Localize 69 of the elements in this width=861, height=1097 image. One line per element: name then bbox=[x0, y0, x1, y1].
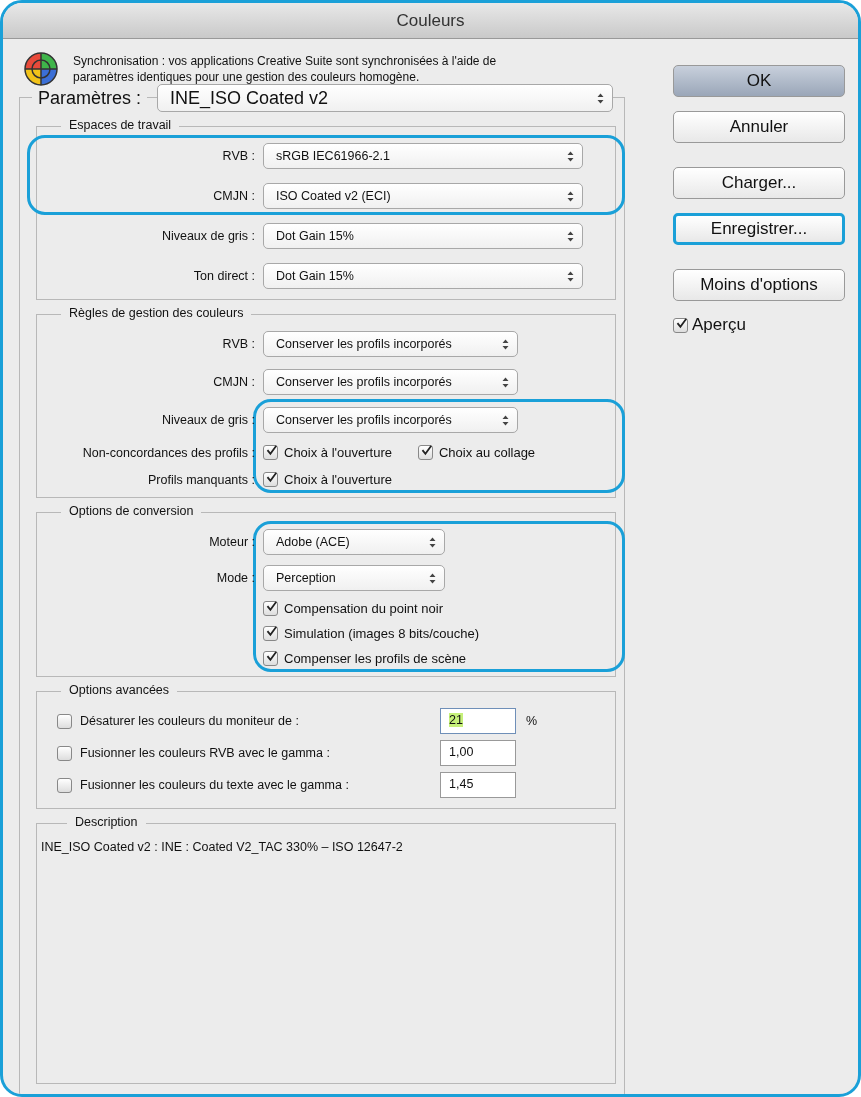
checkmark-icon bbox=[266, 470, 277, 485]
field-label: RVB : bbox=[221, 149, 256, 163]
dropdown[interactable]: ISO Coated v2 (ECI) bbox=[263, 183, 583, 209]
stepper-icon bbox=[567, 230, 574, 242]
field-label: CMJN : bbox=[212, 375, 256, 389]
dropdown[interactable]: INE_ISO Coated v2 bbox=[157, 84, 614, 112]
field-label: Mode : bbox=[215, 571, 256, 585]
checkmark-icon bbox=[266, 443, 277, 458]
checkbox[interactable]: Choix à l'ouverture bbox=[263, 472, 392, 487]
sync-message: Synchronisation : vos applications Creative Suite sont synchronisées à l'aide de paramètres identiques pour une gestion des couleurs homogène. bbox=[73, 53, 498, 85]
number-field[interactable]: 21 bbox=[440, 708, 516, 734]
dropdown[interactable]: Perception bbox=[263, 565, 445, 591]
field-label: Niveaux de gris : bbox=[160, 413, 256, 427]
checkmark-icon bbox=[676, 315, 687, 331]
window-title: Couleurs bbox=[396, 10, 465, 31]
checkbox[interactable]: Choix au collage bbox=[418, 445, 536, 460]
dropdown[interactable]: sRGB IEC61966-2.1 bbox=[263, 143, 583, 169]
dialog-button[interactable]: OK bbox=[673, 65, 845, 97]
checkbox[interactable]: Compensation du point noir bbox=[263, 601, 443, 616]
dialog-button[interactable]: Enregistrer... bbox=[673, 213, 845, 245]
field-label: Niveaux de gris : bbox=[160, 229, 256, 243]
checkbox[interactable] bbox=[57, 777, 72, 793]
checkmark-icon bbox=[266, 649, 277, 664]
checkbox[interactable] bbox=[57, 745, 72, 761]
checkbox[interactable] bbox=[57, 713, 72, 729]
group-title: Règles de gestion des couleurs bbox=[61, 306, 252, 320]
dropdown[interactable]: Adobe (ACE) bbox=[263, 529, 445, 555]
field-label: CMJN : bbox=[212, 189, 256, 203]
preview-checkbox[interactable]: Aperçu bbox=[673, 315, 849, 335]
dialog-button[interactable]: Annuler bbox=[673, 111, 845, 143]
checkbox[interactable]: Choix à l'ouverture bbox=[263, 445, 392, 460]
stepper-icon bbox=[502, 338, 509, 350]
field-label: RVB : bbox=[221, 337, 256, 351]
stepper-icon bbox=[502, 414, 509, 426]
dropdown[interactable]: Dot Gain 15% bbox=[263, 223, 583, 249]
stepper-icon bbox=[567, 150, 574, 162]
checkmark-icon bbox=[421, 443, 432, 458]
option-label: Désaturer les couleurs du moniteur de : bbox=[80, 714, 300, 728]
number-field[interactable]: 1,45 bbox=[440, 772, 516, 798]
stepper-icon bbox=[429, 536, 436, 548]
option-label: Fusionner les couleurs RVB avec le gamma : bbox=[80, 746, 331, 760]
number-field[interactable]: 1,00 bbox=[440, 740, 516, 766]
checkbox[interactable]: Compenser les profils de scène bbox=[263, 651, 467, 666]
checkmark-icon bbox=[266, 599, 277, 614]
dropdown[interactable]: Conserver les profils incorporés bbox=[263, 331, 518, 357]
unit-label: % bbox=[526, 714, 538, 728]
stepper-icon bbox=[429, 572, 436, 584]
stepper-icon bbox=[567, 270, 574, 282]
checkbox[interactable]: Simulation (images 8 bits/couche) bbox=[263, 626, 480, 641]
field-label: Ton direct : bbox=[192, 269, 256, 283]
group-title: Options de conversion bbox=[61, 504, 202, 518]
dialog-button[interactable]: Charger... bbox=[673, 167, 845, 199]
group-title: Options avancées bbox=[61, 683, 178, 697]
dialog-button[interactable]: Moins d'options bbox=[673, 269, 845, 301]
field-label: Non-concordances des profils : bbox=[81, 445, 256, 460]
option-label: Fusionner les couleurs du texte avec le gamma : bbox=[80, 778, 350, 792]
stepper-icon bbox=[567, 190, 574, 202]
description-text: INE_ISO Coated v2 : INE : Coated V2_TAC 330% – ISO 12647-2 bbox=[41, 840, 404, 854]
checkmark-icon bbox=[266, 624, 277, 639]
group-title: Espaces de travail bbox=[61, 118, 180, 132]
field-label: Profils manquants : bbox=[147, 472, 256, 487]
stepper-icon bbox=[597, 92, 605, 104]
field-label: Moteur : bbox=[208, 535, 256, 549]
dropdown[interactable]: Conserver les profils incorporés bbox=[263, 407, 518, 433]
stepper-icon bbox=[502, 376, 509, 388]
color-wheel-icon bbox=[23, 51, 59, 87]
dropdown[interactable]: Dot Gain 15% bbox=[263, 263, 583, 289]
group-title: Description bbox=[67, 815, 146, 829]
dropdown[interactable]: Conserver les profils incorporés bbox=[263, 369, 518, 395]
